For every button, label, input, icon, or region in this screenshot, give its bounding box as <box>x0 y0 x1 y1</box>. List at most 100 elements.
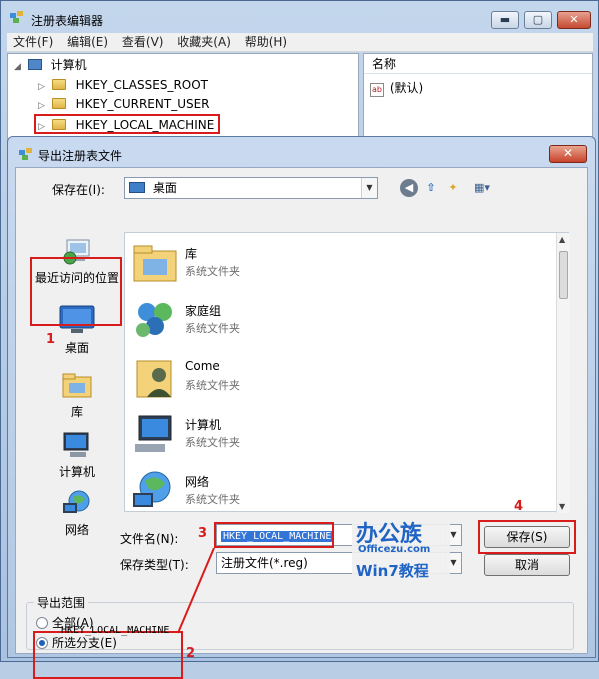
registry-app-icon <box>9 10 25 24</box>
computer-icon <box>131 412 179 456</box>
back-icon[interactable]: ◀ <box>400 179 418 197</box>
file-type: 系统文件夹 <box>185 493 240 506</box>
network-icon <box>131 469 179 513</box>
computer-icon <box>27 59 42 70</box>
value-name: (默认) <box>389 81 424 95</box>
library-icon <box>61 371 93 399</box>
file-type: 系统文件夹 <box>185 436 240 449</box>
save-in-value: 桌面 <box>152 181 177 195</box>
maximize-button[interactable]: ▢ <box>524 11 552 29</box>
scroll-thumb[interactable] <box>559 251 568 299</box>
tree-node-hkcu[interactable]: ▷ HKEY_CURRENT_USER <box>38 95 210 113</box>
save-in-label: 保存在(I): <box>52 183 105 197</box>
nav-toolbar: ◀ ⇧ ✦ ▦▾ <box>400 179 500 197</box>
up-folder-icon[interactable]: ⇧ <box>422 179 440 197</box>
file-type: 系统文件夹 <box>185 265 240 278</box>
file-name: 库 <box>185 247 198 261</box>
file-name: Come <box>185 359 220 373</box>
tree-node-hkcr[interactable]: ▷ HKEY_CLASSES_ROOT <box>38 76 208 94</box>
place-label: 网络 <box>64 523 89 537</box>
step-number-4: 4 <box>514 499 524 514</box>
export-range-title: 导出范围 <box>34 594 89 611</box>
step-number-3: 3 <box>198 526 208 541</box>
window-title: 注册表编辑器 <box>31 14 104 28</box>
tree-node-computer[interactable]: ◢ 计算机 <box>14 56 87 74</box>
close-button[interactable]: ✕ <box>557 11 591 29</box>
highlight-box-filename <box>214 522 334 548</box>
selected-branch-value: HKEY_LOCAL_MACHINE <box>61 625 170 636</box>
file-type: 系统文件夹 <box>185 379 240 392</box>
registry-app-icon <box>18 147 34 161</box>
dialog-title: 导出注册表文件 <box>38 149 123 163</box>
file-list: 库 系统文件夹 家庭组 系统文件夹 Come 系统文件夹 计算机 系统文件夹 网… <box>124 232 570 513</box>
homegroup-icon <box>131 298 179 342</box>
highlight-box-desktop <box>30 257 122 326</box>
save-in-combobox[interactable]: 桌面 ▼ <box>124 177 378 199</box>
place-computer[interactable]: 计算机 <box>30 431 124 480</box>
step-number-1: 1 <box>46 332 56 347</box>
file-item-homegroup[interactable]: 家庭组 系统文件夹 <box>129 290 529 346</box>
filename-label: 文件名(N): <box>120 532 179 546</box>
place-label: 库 <box>70 405 83 419</box>
library-icon <box>131 241 179 285</box>
dialog-close-button[interactable]: ✕ <box>549 145 587 163</box>
string-value-icon: ab <box>370 83 384 97</box>
scroll-up-icon[interactable]: ▲ <box>559 235 565 244</box>
folder-icon <box>51 79 66 90</box>
highlight-box-save <box>478 520 576 554</box>
dialog-body: 保存在(I): 桌面 ▼ ◀ ⇧ ✦ ▦▾ 最近访问的位置 桌面 库 计算机 网… <box>15 167 588 679</box>
scroll-down-icon[interactable]: ▼ <box>559 502 565 511</box>
user-folder-icon <box>131 355 179 399</box>
chevron-down-icon[interactable]: ▼ <box>361 178 377 198</box>
menu-view[interactable]: 查看(V) <box>122 35 164 49</box>
file-name: 家庭组 <box>185 304 222 318</box>
registry-tree: ◢ 计算机 ▷ HKEY_CLASSES_ROOT ▷ HKEY_CURRENT… <box>7 53 359 143</box>
radio-off-icon[interactable] <box>36 617 48 629</box>
place-network[interactable]: 网络 <box>30 489 124 538</box>
values-list: 名称 ab (默认) <box>363 53 593 143</box>
file-name: 网络 <box>185 475 210 489</box>
file-item-computer[interactable]: 计算机 系统文件夹 <box>129 404 529 460</box>
filetype-label: 保存类型(T): <box>120 558 189 572</box>
minimize-button[interactable]: ▬ <box>491 11 519 29</box>
view-menu-icon[interactable]: ▦▾ <box>468 179 496 197</box>
watermark-url: Officezu.com <box>358 544 431 555</box>
menu-bar: 文件(F) 编辑(E) 查看(V) 收藏夹(A) 帮助(H) <box>7 33 593 52</box>
watermark-tagline: Win7教程 <box>356 562 429 580</box>
highlight-box-branch <box>33 631 183 679</box>
new-folder-icon[interactable]: ✦ <box>444 179 462 197</box>
file-type: 系统文件夹 <box>185 322 240 335</box>
place-library[interactable]: 库 <box>30 371 124 420</box>
file-item-come[interactable]: Come 系统文件夹 <box>129 347 529 403</box>
place-label: 计算机 <box>58 465 95 479</box>
vertical-scrollbar[interactable]: ▲ ▼ <box>556 233 570 513</box>
computer-icon <box>61 431 93 459</box>
title-bar: 注册表编辑器 ▬ ▢ ✕ <box>1 1 598 33</box>
menu-edit[interactable]: 编辑(E) <box>67 35 108 49</box>
tree-label: 计算机 <box>50 58 87 72</box>
collapse-arrow-icon[interactable]: ◢ <box>14 58 24 76</box>
desktop-icon <box>129 182 145 193</box>
filetype-value: 注册文件(*.reg) <box>221 556 308 570</box>
network-icon <box>61 489 93 517</box>
registry-editor-window: 注册表编辑器 ▬ ▢ ✕ 文件(F) 编辑(E) 查看(V) 收藏夹(A) 帮助… <box>0 0 599 679</box>
file-item-network[interactable]: 网络 系统文件夹 <box>129 461 529 517</box>
column-header-name[interactable]: 名称 <box>364 54 592 74</box>
watermark-logo: 办公族 Officezu.com Win7教程 <box>352 514 450 584</box>
folder-icon <box>51 98 66 109</box>
value-row-default[interactable]: ab (默认) <box>370 80 423 97</box>
export-registry-dialog: 导出注册表文件 ✕ 保存在(I): 桌面 ▼ ◀ ⇧ ✦ ▦▾ 最近访问的位置 … <box>7 136 596 679</box>
menu-favorites[interactable]: 收藏夹(A) <box>177 35 231 49</box>
tree-label: HKEY_CURRENT_USER <box>75 97 210 111</box>
tree-label: HKEY_CLASSES_ROOT <box>75 78 209 92</box>
expand-arrow-icon[interactable]: ▷ <box>38 97 48 115</box>
file-item-library[interactable]: 库 系统文件夹 <box>129 233 529 289</box>
cancel-button[interactable]: 取消 <box>484 554 570 576</box>
menu-help[interactable]: 帮助(H) <box>245 35 287 49</box>
expand-arrow-icon[interactable]: ▷ <box>38 78 48 96</box>
place-label: 桌面 <box>64 341 89 355</box>
highlight-box-hklm <box>34 114 220 134</box>
file-name: 计算机 <box>185 418 222 432</box>
step-number-2: 2 <box>186 646 196 661</box>
menu-file[interactable]: 文件(F) <box>13 35 53 49</box>
